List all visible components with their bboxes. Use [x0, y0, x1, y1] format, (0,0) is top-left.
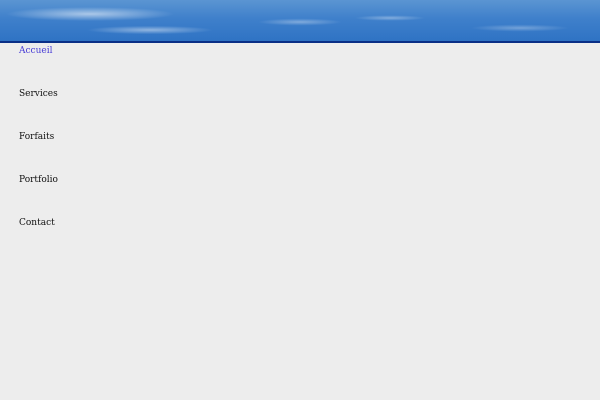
header-divider — [0, 41, 600, 43]
header-banner-sky-image — [0, 0, 600, 41]
nav-item-forfaits[interactable]: Forfaits — [19, 131, 54, 143]
nav-item-contact[interactable]: Contact — [19, 217, 55, 229]
nav-item-services[interactable]: Services — [19, 88, 58, 100]
nav-item-portfolio[interactable]: Portfolio — [19, 174, 58, 186]
nav-item-accueil[interactable]: Accueil — [19, 45, 52, 57]
